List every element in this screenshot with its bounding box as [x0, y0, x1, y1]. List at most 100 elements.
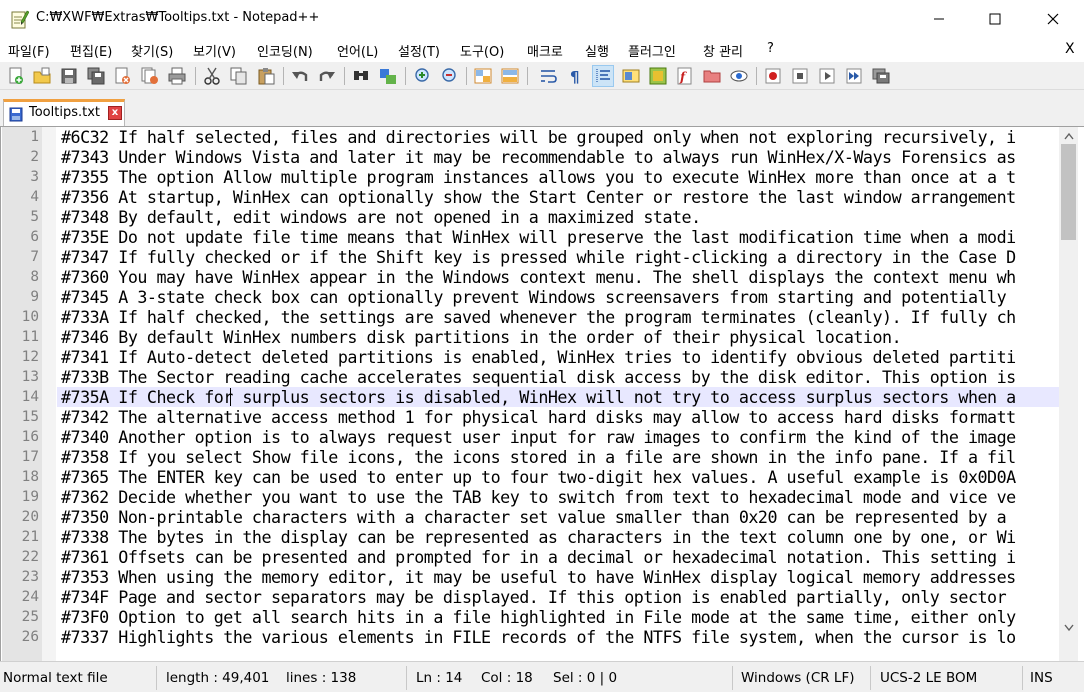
- replace-button[interactable]: [377, 65, 399, 87]
- code-line[interactable]: #7340 Another option is to always reques…: [57, 427, 1059, 447]
- monitoring-button[interactable]: [728, 65, 750, 87]
- code-area[interactable]: #6C32 If half selected, files and direct…: [57, 127, 1059, 661]
- status-encoding[interactable]: UCS-2 LE BOM: [880, 670, 977, 686]
- function-list-button[interactable]: [647, 65, 669, 87]
- code-line[interactable]: #7348 By default, edit windows are not o…: [57, 207, 1059, 227]
- status-lines: lines : 138: [286, 670, 357, 686]
- undo-button[interactable]: [289, 65, 311, 87]
- menu-settings[interactable]: 설정(T): [398, 41, 440, 60]
- maximize-button[interactable]: [966, 0, 1024, 38]
- code-line[interactable]: #733B The Sector reading cache accelerat…: [57, 367, 1059, 387]
- menu-window[interactable]: 창 관리: [703, 41, 743, 60]
- zoom-out-button[interactable]: [438, 65, 460, 87]
- code-line[interactable]: #7347 If fully checked or if the Shift k…: [57, 247, 1059, 267]
- code-line[interactable]: #7355 The option Allow multiple program …: [57, 167, 1059, 187]
- save-button[interactable]: [58, 65, 80, 87]
- code-line[interactable]: #7360 You may have WinHex appear in the …: [57, 267, 1059, 287]
- status-selection: Sel : 0 | 0: [553, 670, 618, 686]
- copy-button[interactable]: [228, 65, 250, 87]
- word-wrap-button[interactable]: [537, 65, 559, 87]
- menu-help[interactable]: ?: [767, 41, 774, 56]
- code-line[interactable]: #7346 By default WinHex numbers disk par…: [57, 327, 1059, 347]
- code-line[interactable]: #7342 The alternative access method 1 fo…: [57, 407, 1059, 427]
- code-line[interactable]: #7358 If you select Show file icons, the…: [57, 447, 1059, 467]
- paste-button[interactable]: [255, 65, 277, 87]
- code-line[interactable]: #7365 The ENTER key can be used to enter…: [57, 467, 1059, 487]
- redo-button[interactable]: [316, 65, 338, 87]
- close-document-button[interactable]: X: [1065, 41, 1075, 57]
- line-number: 4: [30, 189, 39, 205]
- code-line[interactable]: #735E Do not update file time means that…: [57, 227, 1059, 247]
- code-line[interactable]: #73F0 Option to get all search hits in a…: [57, 607, 1059, 627]
- line-number-gutter: 1 2 3 4 5 6 7 8 9 10 11 12 13 14 15 16 17 18 19 20 21 22 23 24 2…: [2, 127, 42, 661]
- vertical-scrollbar[interactable]: [1059, 127, 1078, 661]
- close-window-button[interactable]: [1024, 0, 1082, 38]
- scroll-up-button[interactable]: [1059, 127, 1078, 144]
- editor[interactable]: 1 2 3 4 5 6 7 8 9 10 11 12 13 14 15 16 17 18 19 20 21 22 23 24 2…: [0, 126, 1084, 661]
- code-line[interactable]: #733A If half checked, the settings are …: [57, 307, 1059, 327]
- cut-icon: [204, 67, 220, 85]
- play-macro-button[interactable]: [816, 65, 838, 87]
- folder-workspace-button[interactable]: [701, 65, 723, 87]
- menu-run[interactable]: 실행: [585, 41, 609, 60]
- line-text: #6C32 If half selected, files and direct…: [61, 127, 1016, 147]
- code-line[interactable]: #7343 Under Windows Vista and later it m…: [57, 147, 1059, 167]
- menu-encoding[interactable]: 인코딩(N): [257, 41, 313, 60]
- code-line[interactable]: #6C32 If half selected, files and direct…: [57, 127, 1059, 147]
- code-line[interactable]: #7353 When using the memory editor, it m…: [57, 567, 1059, 587]
- save-all-button[interactable]: [85, 65, 107, 87]
- indent-guide-button[interactable]: [592, 65, 614, 87]
- save-macro-button[interactable]: [870, 65, 892, 87]
- tab-tooltips[interactable]: Tooltips.txt x: [3, 99, 125, 126]
- doc-map-button[interactable]: [620, 65, 642, 87]
- new-file-button[interactable]: [5, 65, 27, 87]
- sync-horizontal-button[interactable]: [499, 65, 521, 87]
- line-text: #7355 The option Allow multiple program …: [61, 167, 1016, 187]
- code-line[interactable]: #7361 Offsets can be presented and promp…: [57, 547, 1059, 567]
- code-line[interactable]: #734F Page and sector separators may be …: [57, 587, 1059, 607]
- menu-search[interactable]: 찾기(S): [131, 41, 173, 60]
- code-line[interactable]: #7345 A 3-state check box can optionally…: [57, 287, 1059, 307]
- minimize-button[interactable]: [910, 0, 968, 38]
- menu-edit[interactable]: 편집(E): [70, 41, 112, 60]
- menu-macro[interactable]: 매크로: [527, 41, 563, 60]
- record-icon: [765, 68, 781, 84]
- code-line[interactable]: #7356 At startup, WinHex can optionally …: [57, 187, 1059, 207]
- status-insert-mode[interactable]: INS: [1030, 670, 1053, 686]
- code-line[interactable]: #7362 Decide whether you want to use the…: [57, 487, 1059, 507]
- code-line[interactable]: #7350 Non-printable characters with a ch…: [57, 507, 1059, 527]
- tab-close-button[interactable]: x: [108, 106, 122, 120]
- menu-view[interactable]: 보기(V): [193, 41, 236, 60]
- record-macro-button[interactable]: [762, 65, 784, 87]
- code-line[interactable]: #7337 Highlights the various elements in…: [57, 627, 1059, 647]
- menu-tools[interactable]: 도구(O): [460, 41, 504, 60]
- line-text: #7338 The bytes in the display can be re…: [61, 527, 1016, 547]
- status-eol[interactable]: Windows (CR LF): [741, 670, 854, 686]
- zoom-in-button[interactable]: [411, 65, 433, 87]
- scroll-down-button[interactable]: [1059, 619, 1078, 636]
- close-all-button[interactable]: [139, 65, 161, 87]
- function-button[interactable]: f: [674, 65, 696, 87]
- scrollbar-thumb[interactable]: [1061, 144, 1076, 240]
- find-button[interactable]: [350, 65, 372, 87]
- stop-macro-button[interactable]: [789, 65, 811, 87]
- menu-plugins[interactable]: 플러그인: [628, 41, 676, 60]
- cut-button[interactable]: [201, 65, 223, 87]
- open-file-button[interactable]: [31, 65, 53, 87]
- code-line[interactable]: #7338 The bytes in the display can be re…: [57, 527, 1059, 547]
- show-all-chars-button[interactable]: ¶: [564, 65, 586, 87]
- menu-file[interactable]: 파일(F): [8, 41, 50, 60]
- run-macro-multiple-button[interactable]: [843, 65, 865, 87]
- status-file-type: Normal text file: [3, 670, 108, 686]
- code-line[interactable]: #7341 If Auto-detect deleted partitions …: [57, 347, 1059, 367]
- line-text: #735E Do not update file time means that…: [61, 227, 1016, 247]
- menu-language[interactable]: 언어(L): [337, 41, 378, 60]
- print-button[interactable]: [166, 65, 188, 87]
- line-number: 1: [30, 129, 39, 145]
- sync-vertical-button[interactable]: [472, 65, 494, 87]
- code-line[interactable]: #735A If Check for surplus sectors is di…: [57, 387, 1059, 407]
- close-icon: [1047, 13, 1059, 25]
- close-file-button[interactable]: [112, 65, 134, 87]
- line-number: 15: [21, 409, 39, 425]
- line-number: 13: [21, 369, 39, 385]
